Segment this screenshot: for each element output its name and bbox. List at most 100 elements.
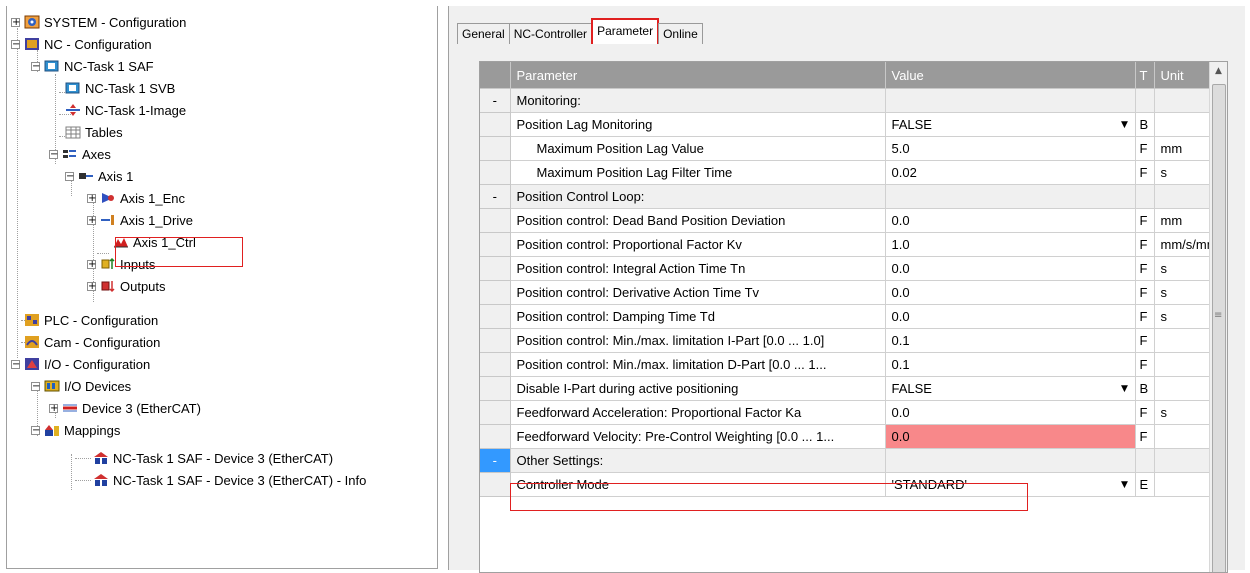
parameter-value[interactable]: 0.0: [885, 304, 1136, 329]
parameter-row[interactable]: Position control: Damping Time Td 0.0 Fs: [480, 304, 1221, 329]
parameter-value[interactable]: 0.0: [885, 400, 1136, 425]
parameter-row[interactable]: Maximum Position Lag Value 5.0 Fmm: [480, 136, 1221, 161]
tree-item-drive[interactable]: + Axis 1_Drive: [87, 209, 193, 231]
parameter-row[interactable]: Feedforward Velocity: Pre-Control Weight…: [480, 424, 1221, 449]
axis-icon: [78, 169, 94, 183]
parameter-value[interactable]: 0.1: [885, 352, 1136, 377]
tree-item-map1[interactable]: NC-Task 1 SAF - Device 3 (EtherCAT): [93, 447, 333, 469]
dropdown-arrow-icon[interactable]: ▼: [1117, 480, 1133, 490]
task-icon: [44, 59, 60, 73]
tree-label: Axis 1: [98, 168, 134, 184]
scroll-thumb[interactable]: [1212, 84, 1226, 572]
header-value[interactable]: Value: [885, 62, 1136, 89]
parameter-row[interactable]: Feedforward Acceleration: Proportional F…: [480, 400, 1221, 425]
tree-label: NC-Task 1-Image: [85, 102, 187, 118]
parameter-name: Position control: Min./max. limitation I…: [510, 328, 886, 353]
tab-parameter[interactable]: Parameter: [591, 18, 660, 44]
tree-label: NC-Task 1 SVB: [85, 80, 176, 96]
parameter-type: [1135, 448, 1155, 473]
scroll-up-icon[interactable]: ▲: [1210, 66, 1227, 76]
parameter-row[interactable]: Position control: Proportional Factor Kv…: [480, 232, 1221, 257]
parameter-row[interactable]: Position control: Dead Band Position Dev…: [480, 208, 1221, 233]
tree-item-nc[interactable]: − NC - Configuration: [11, 33, 152, 55]
tree-item-plc[interactable]: PLC - Configuration: [24, 309, 158, 331]
row-collapse-toggle[interactable]: -: [480, 448, 511, 473]
parameter-row[interactable]: Position control: Integral Action Time T…: [480, 256, 1221, 281]
parameter-value[interactable]: FALSE ▼: [885, 376, 1136, 401]
parameter-value[interactable]: 5.0: [885, 136, 1136, 161]
expand-toggle[interactable]: +: [87, 259, 96, 269]
parameter-row[interactable]: Position Lag Monitoring FALSE ▼ B: [480, 112, 1221, 137]
collapse-toggle[interactable]: −: [31, 61, 40, 71]
tree-item-axis1[interactable]: − Axis 1: [65, 165, 133, 187]
parameter-row[interactable]: Controller Mode 'STANDARD' ▼ E: [480, 472, 1221, 497]
collapse-toggle[interactable]: −: [11, 359, 20, 369]
tree-item-svb[interactable]: NC-Task 1 SVB: [65, 77, 175, 99]
tree-item-device3[interactable]: + Device 3 (EtherCAT): [49, 397, 201, 419]
parameter-value[interactable]: 0.0: [885, 424, 1136, 449]
tree-item-inputs[interactable]: + Inputs: [87, 253, 155, 275]
io-config-icon: [24, 357, 40, 371]
tab-online[interactable]: Online: [658, 23, 703, 44]
parameter-value: [885, 448, 1136, 473]
tree-item-iodevices[interactable]: − I/O Devices: [31, 375, 131, 397]
parameter-row[interactable]: Position control: Derivative Action Time…: [480, 280, 1221, 305]
parameter-value: [885, 88, 1136, 113]
header-parameter[interactable]: Parameter: [510, 62, 886, 89]
row-collapse-toggle[interactable]: -: [480, 184, 511, 209]
tree-item-cam[interactable]: Cam - Configuration: [24, 331, 160, 353]
tree-label: Cam - Configuration: [44, 334, 161, 350]
category-row[interactable]: - Monitoring:: [480, 88, 1221, 113]
tab-general[interactable]: General: [457, 23, 510, 44]
dropdown-arrow-icon[interactable]: ▼: [1117, 120, 1133, 130]
row-collapse-toggle: [480, 208, 511, 233]
tree-item-tables[interactable]: Tables: [65, 121, 123, 143]
parameter-value[interactable]: 0.0: [885, 256, 1136, 281]
tree-item-map2[interactable]: NC-Task 1 SAF - Device 3 (EtherCAT) - In…: [93, 469, 366, 491]
parameter-value[interactable]: 0.0: [885, 208, 1136, 233]
expand-toggle[interactable]: +: [87, 193, 96, 203]
tree-item-ctrl[interactable]: Axis 1_Ctrl: [113, 231, 196, 253]
parameter-name: Position control: Derivative Action Time…: [510, 280, 886, 305]
tree-item-mappings[interactable]: − Mappings: [31, 419, 120, 441]
parameter-value[interactable]: FALSE ▼: [885, 112, 1136, 137]
tree-item-image[interactable]: NC-Task 1-Image: [65, 99, 186, 121]
tab-nc-controller[interactable]: NC-Controller: [508, 23, 593, 44]
parameter-row[interactable]: Disable I-Part during active positioning…: [480, 376, 1221, 401]
header-type[interactable]: T: [1135, 62, 1155, 89]
expand-toggle[interactable]: +: [49, 403, 58, 413]
expand-toggle[interactable]: +: [11, 17, 20, 27]
expand-toggle[interactable]: +: [87, 215, 96, 225]
parameter-type: [1135, 184, 1155, 209]
category-row[interactable]: - Other Settings:: [480, 448, 1221, 473]
dropdown-arrow-icon[interactable]: ▼: [1117, 384, 1133, 394]
tree-item-nctask[interactable]: − NC-Task 1 SAF: [31, 55, 154, 77]
category-row[interactable]: - Position Control Loop:: [480, 184, 1221, 209]
parameter-value[interactable]: 1.0: [885, 232, 1136, 257]
header-gutter: [480, 62, 511, 89]
tree-item-enc[interactable]: + Axis 1_Enc: [87, 187, 185, 209]
tree-item-io[interactable]: − I/O - Configuration: [11, 353, 150, 375]
collapse-toggle[interactable]: −: [31, 425, 40, 435]
row-collapse-toggle: [480, 304, 511, 329]
parameter-value[interactable]: 'STANDARD' ▼: [885, 472, 1136, 497]
collapse-toggle[interactable]: −: [31, 381, 40, 391]
inputs-icon: [100, 257, 116, 271]
collapse-toggle[interactable]: −: [11, 39, 20, 49]
row-collapse-toggle[interactable]: -: [480, 88, 511, 113]
collapse-toggle[interactable]: −: [65, 171, 74, 181]
expand-toggle[interactable]: +: [87, 281, 96, 291]
collapse-toggle[interactable]: −: [49, 149, 58, 159]
parameter-row[interactable]: Maximum Position Lag Filter Time 0.02 Fs: [480, 160, 1221, 185]
parameter-row[interactable]: Position control: Min./max. limitation D…: [480, 352, 1221, 377]
tree-item-axes[interactable]: − Axes: [49, 143, 111, 165]
parameter-row[interactable]: Position control: Min./max. limitation I…: [480, 328, 1221, 353]
parameter-value[interactable]: 0.0: [885, 280, 1136, 305]
vertical-scrollbar[interactable]: ▲ ≡: [1209, 62, 1227, 572]
parameter-name: Position control: Proportional Factor Kv: [510, 232, 886, 257]
tree-item-system[interactable]: + SYSTEM - Configuration: [11, 11, 186, 33]
tab-bar: General NC-Controller Parameter Online: [457, 18, 703, 44]
parameter-value[interactable]: 0.1: [885, 328, 1136, 353]
parameter-value[interactable]: 0.02: [885, 160, 1136, 185]
tree-item-outputs[interactable]: + Outputs: [87, 275, 166, 297]
